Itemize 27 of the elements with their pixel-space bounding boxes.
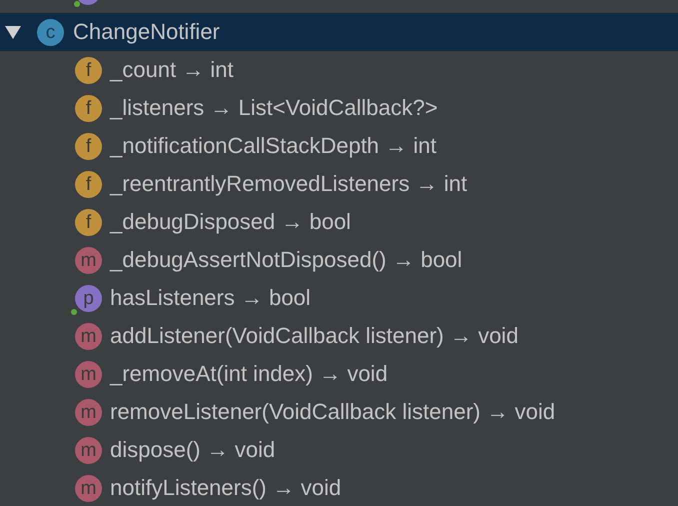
field-icon: f <box>75 94 102 122</box>
tree-item[interactable]: f _count → int <box>0 51 678 89</box>
field-icon: f <box>75 56 102 84</box>
tree-item[interactable]: m addListener(VoidCallback listener) → void <box>0 317 678 355</box>
method-icon: m <box>75 474 102 502</box>
tree-item[interactable]: m removeListener(VoidCallback listener) → void <box>0 393 678 431</box>
field-icon: f <box>75 132 102 160</box>
tree-item[interactable]: f _notificationCallStackDepth → int <box>0 127 678 165</box>
tree-item[interactable]: m dispose() → void <box>0 431 678 469</box>
class-icon: c <box>37 18 64 46</box>
tree-item[interactable]: f _listeners → List<VoidCallback?> <box>0 89 678 127</box>
field-icon: f <box>75 208 102 236</box>
field-icon: f <box>75 170 102 198</box>
tree-item[interactable]: m _debugAssertNotDisposed() → bool <box>0 241 678 279</box>
tree-item[interactable]: f _reentrantlyRemovedListeners → int <box>0 165 678 203</box>
tree-item[interactable]: m _removeAt(int index) → void <box>0 355 678 393</box>
method-icon: m <box>75 398 102 426</box>
method-icon: m <box>75 360 102 388</box>
method-icon: m <box>75 322 102 350</box>
tree-item[interactable]: m notifyListeners() → void <box>0 469 678 506</box>
class-name: ChangeNotifier <box>73 19 220 45</box>
tree-node[interactable]: c ChangeNotifier <box>0 13 678 51</box>
expand-triangle-icon[interactable] <box>5 24 21 40</box>
tree-item[interactable]: p hasListeners → bool <box>0 279 678 317</box>
method-icon: m <box>75 436 102 464</box>
method-icon: m <box>75 246 102 274</box>
tree-item[interactable]: f _debugDisposed → bool <box>0 203 678 241</box>
